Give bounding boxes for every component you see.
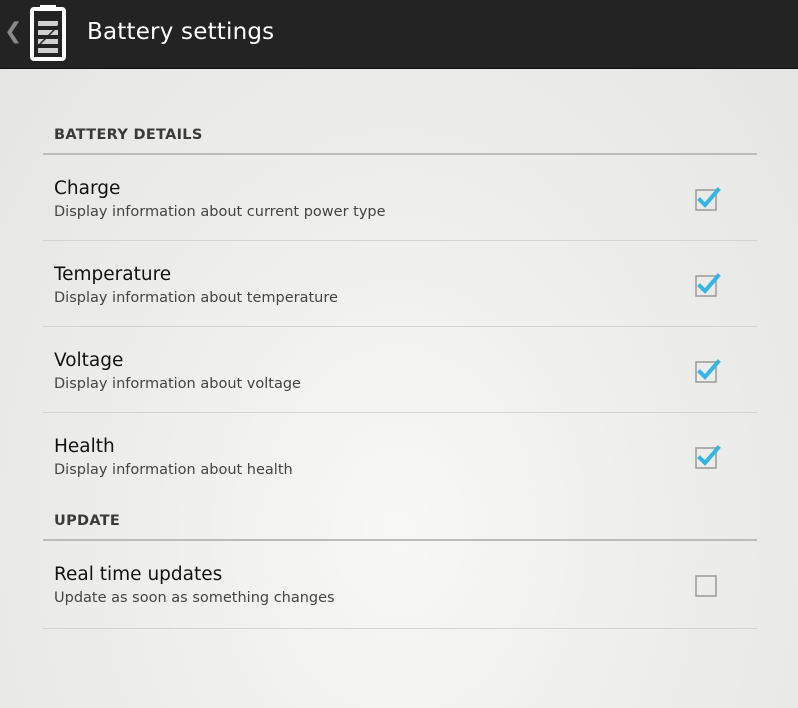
action-bar: ❮ Battery settings bbox=[0, 0, 798, 69]
pref-summary: Update as soon as something changes bbox=[54, 590, 335, 606]
battery-icon[interactable] bbox=[26, 3, 70, 61]
section-label: BATTERY DETAILS bbox=[54, 127, 203, 143]
section-header-battery-details: BATTERY DETAILS bbox=[43, 69, 757, 155]
voltage-checkbox[interactable] bbox=[695, 359, 721, 383]
pref-row-charge[interactable]: Charge Display information about current… bbox=[43, 155, 757, 241]
pref-title: Temperature bbox=[54, 264, 172, 285]
pref-row-health[interactable]: Health Display information about health bbox=[43, 413, 757, 499]
pref-row-real-time-updates[interactable]: Real time updates Update as soon as some… bbox=[43, 541, 757, 629]
chevron-left-icon[interactable]: ❮ bbox=[4, 18, 22, 46]
charge-checkbox[interactable] bbox=[695, 187, 721, 211]
page-title: Battery settings bbox=[87, 19, 275, 45]
temperature-checkbox[interactable] bbox=[695, 273, 721, 297]
pref-row-voltage[interactable]: Voltage Display information about voltag… bbox=[43, 327, 757, 413]
preference-list: BATTERY DETAILS Charge Display informati… bbox=[43, 69, 757, 629]
pref-title: Health bbox=[54, 436, 115, 457]
real-time-updates-checkbox[interactable] bbox=[695, 575, 717, 597]
pref-title: Voltage bbox=[54, 350, 124, 371]
section-label: UPDATE bbox=[54, 513, 121, 529]
health-checkbox[interactable] bbox=[695, 445, 721, 469]
section-header-update: UPDATE bbox=[43, 499, 757, 541]
pref-title: Real time updates bbox=[54, 564, 223, 585]
pref-summary: Display information about voltage bbox=[54, 376, 301, 392]
pref-summary: Display information about health bbox=[54, 462, 293, 478]
pref-summary: Display information about temperature bbox=[54, 290, 338, 306]
pref-summary: Display information about current power … bbox=[54, 204, 386, 220]
pref-row-temperature[interactable]: Temperature Display information about te… bbox=[43, 241, 757, 327]
pref-title: Charge bbox=[54, 178, 121, 199]
